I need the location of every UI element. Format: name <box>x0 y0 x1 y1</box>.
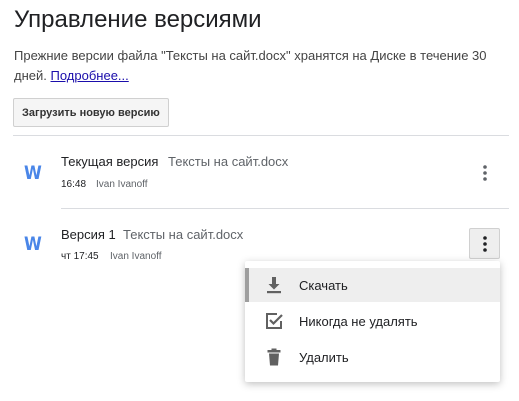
menu-item-keep-forever[interactable]: Никогда не удалять <box>245 304 500 338</box>
divider <box>61 208 509 209</box>
more-options-button[interactable] <box>469 157 500 188</box>
checkbox-checked-icon <box>266 313 283 329</box>
version-file-name: Тексты на сайт.docx <box>123 227 244 242</box>
menu-item-delete[interactable]: Удалить <box>245 340 500 374</box>
word-file-icon: W <box>24 233 42 255</box>
version-user: Ivan Ivanoff <box>96 179 148 190</box>
menu-item-label: Никогда не удалять <box>299 313 418 329</box>
version-context-menu: Скачать Никогда не удалять Удалить <box>245 261 500 382</box>
more-vert-icon <box>482 164 487 181</box>
version-time: чт 17:45 <box>61 251 99 262</box>
divider <box>13 135 509 136</box>
trash-icon <box>267 348 281 366</box>
page-title: Управление версиями <box>14 6 262 33</box>
upload-new-version-button[interactable]: Загрузить новую версию <box>13 98 169 127</box>
version-time: 16:48 <box>61 179 87 190</box>
word-file-icon: W <box>24 162 42 184</box>
menu-item-label: Скачать <box>299 277 348 293</box>
version-label: Версия 1 <box>61 227 116 242</box>
menu-item-label: Удалить <box>299 349 349 365</box>
highlight-bar <box>245 268 249 302</box>
more-vert-icon <box>482 235 487 252</box>
more-options-button[interactable] <box>469 228 500 259</box>
retention-description: Прежние версии файла "Тексты на сайт.doc… <box>14 46 494 86</box>
more-info-link[interactable]: Подробнее... <box>51 68 129 83</box>
version-file-name: Тексты на сайт.docx <box>168 154 289 169</box>
menu-item-download[interactable]: Скачать <box>245 268 500 302</box>
version-label: Текущая версия <box>61 154 159 169</box>
version-user: Ivan Ivanoff <box>110 251 162 262</box>
download-icon <box>267 277 281 294</box>
